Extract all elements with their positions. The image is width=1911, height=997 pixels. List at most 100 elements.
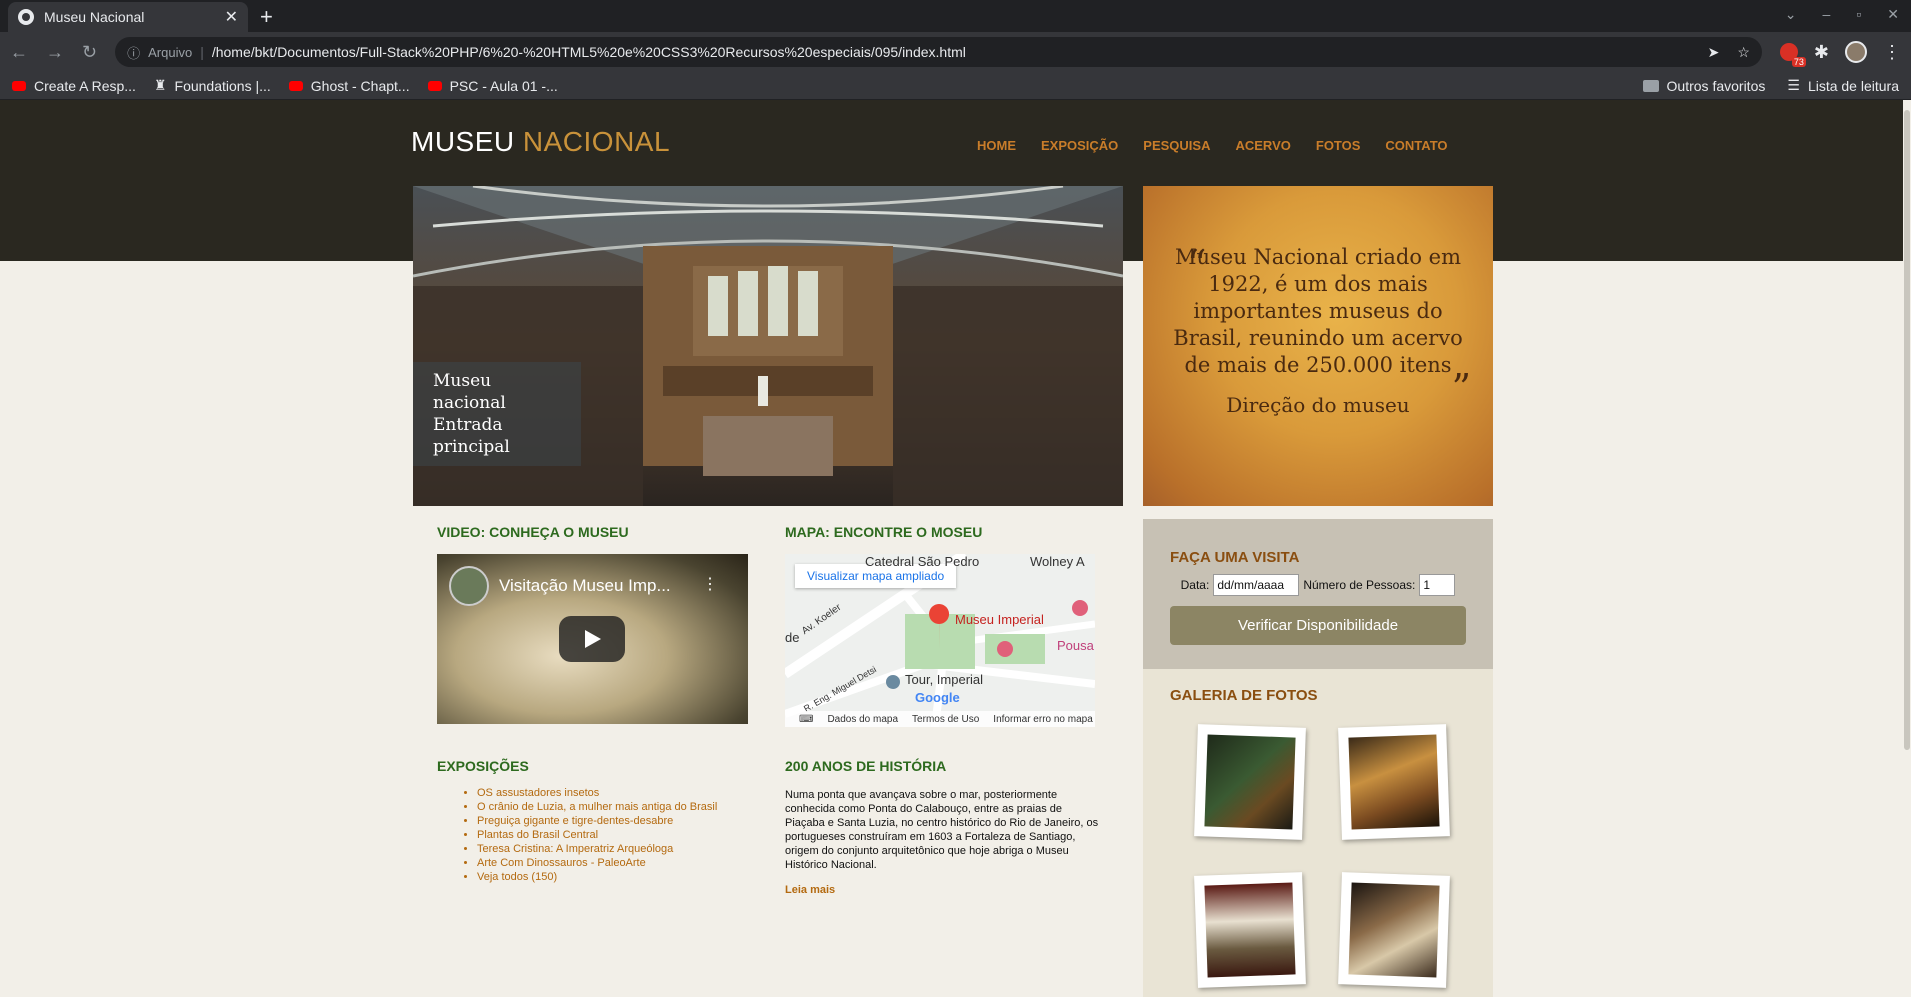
extensions-area: 73 ✱ ⋮ [1779,41,1901,67]
visit-form: FAÇA UMA VISITA Data: dd/mm/aaaa Número … [1143,519,1493,669]
nav-fotos[interactable]: FOTOS [1316,138,1361,153]
puzzle-icon[interactable]: ✱ [1814,42,1829,63]
profile-avatar[interactable] [1845,41,1867,63]
see-all-link[interactable]: Veja todos (150) [477,870,717,884]
reading-list[interactable]: ☰ Lista de leitura [1787,77,1899,94]
send-icon[interactable]: ➤ [1708,44,1720,61]
map-section: MAPA: ENCONTRE O MOSEU [785,524,982,540]
nav-exposicao[interactable]: EXPOSIÇÃO [1041,138,1118,153]
url-text[interactable]: /home/bkt/Documentos/Full-Stack%20PHP/6%… [212,44,1700,60]
youtube-icon [427,80,442,91]
extension-icon[interactable]: 73 [1779,43,1806,67]
nav-acervo[interactable]: ACERVO [1235,138,1290,153]
globe-icon [18,9,34,25]
gallery-photo[interactable] [1194,872,1306,988]
date-input[interactable]: dd/mm/aaaa [1213,574,1300,596]
bookmarks-bar: Create A Resp... ♜ Foundations |... Ghost… [0,72,1911,100]
star-icon[interactable]: ☆ [1737,44,1750,61]
date-label: Data: [1180,578,1210,592]
exhibition-link[interactable]: O crânio de Luzia, a mulher mais antiga … [477,800,717,814]
folder-icon [1642,79,1659,92]
tab-search-icon[interactable]: ⌄ [1785,6,1797,23]
map-label: Wolney A [1030,554,1085,569]
scrollbar-thumb[interactable] [1904,110,1910,750]
map-label: Catedral São Pedro [865,554,980,569]
address-label: Arquivo [148,44,193,60]
bookmark-icon: ♜ [153,77,167,93]
hero-caption: Museu nacional Entrada principal [413,362,581,466]
maximize-button[interactable]: ▫ [1856,6,1861,23]
keyboard-icon[interactable]: ⌨ [799,714,813,725]
exhibitions-section: EXPOSIÇÕES OS assustadores insetos O crâ… [437,758,717,884]
video-title[interactable]: Visitação Museu Imp... [499,576,671,596]
photo-gallery: GALERIA DE FOTOS [1143,669,1493,997]
video-menu-icon[interactable]: ⋮ [702,574,718,594]
bookmarks-right: Outros favoritos ☰ Lista de leitura [1642,77,1899,94]
minimize-button[interactable]: – [1823,6,1831,23]
gallery-photo[interactable] [1194,724,1306,840]
bookmark-item[interactable]: Create A Resp... [12,78,136,94]
youtube-icon [288,80,303,91]
check-availability-button[interactable]: Verificar Disponibilidade [1170,606,1466,645]
logo-main: MUSEU [411,126,515,157]
people-input[interactable]: 1 [1419,574,1456,596]
read-more-link[interactable]: Leia mais [785,884,1100,896]
close-window-button[interactable]: ✕ [1887,6,1899,23]
hero-caption-line2: Entrada principal [433,415,510,457]
other-favorites-label: Outros favoritos [1666,77,1766,94]
video-section: VIDEO: CONHEÇA O MUSEU [437,524,629,540]
bookmark-item[interactable]: PSC - Aula 01 -... [427,78,558,94]
bookmark-item[interactable]: Ghost - Chapt... [288,77,410,94]
other-favorites[interactable]: Outros favoritos [1642,77,1766,94]
google-logo: Google [915,690,960,705]
map-label: Tour, Imperial [905,672,984,687]
browser-tab[interactable]: Museu Nacional ✕ [8,2,248,32]
nav-pesquisa[interactable]: PESQUISA [1143,138,1210,153]
address-bar[interactable]: ⓘ Arquivo | /home/bkt/Documentos/Full-St… [115,37,1762,67]
video-title-bar: Visitação Museu Imp... [449,566,671,606]
gallery-photo[interactable] [1338,724,1450,840]
map-label: de [785,630,800,645]
nav-contato[interactable]: CONTATO [1385,138,1447,153]
info-icon[interactable]: ⓘ [127,43,140,62]
exhibition-link[interactable]: Plantas do Brasil Central [477,828,717,842]
reading-list-label: Lista de leitura [1807,77,1899,94]
hero-image: Museu nacional Entrada principal [413,186,1123,506]
web-page: MUSEU NACIONAL HOME EXPOSIÇÃO PESQUISA A… [0,100,1911,997]
map-data-link[interactable]: Dados do mapa [827,714,898,725]
nav-home[interactable]: HOME [977,138,1016,153]
page-scrollbar[interactable] [1903,100,1911,997]
bookmark-item[interactable]: ♜ Foundations |... [154,77,271,94]
terms-link[interactable]: Termos de Uso [912,714,979,725]
exhibition-link[interactable]: Preguiça gigante e tigre-dentes-desabre [477,814,717,828]
reload-icon[interactable]: ↻ [82,42,97,63]
gallery-photo[interactable] [1338,872,1450,988]
exhibition-link[interactable]: Teresa Cristina: A Imperatriz Arqueóloga [477,842,717,856]
report-error-link[interactable]: Informar erro no mapa [993,714,1093,725]
tab-title: Museu Nacional [44,9,145,25]
exhibition-link[interactable]: OS assustadores insetos [477,786,717,800]
main-nav: HOME EXPOSIÇÃO PESQUISA ACERVO FOTOS CON… [977,138,1448,153]
menu-icon[interactable]: ⋮ [1883,42,1901,63]
embedded-map[interactable]: Visualizar mapa ampliado Catedral São Pe… [785,554,1095,727]
history-section: 200 ANOS DE HISTÓRIA Numa ponta que avan… [785,758,1100,896]
exhibitions-heading: EXPOSIÇÕES [437,758,529,774]
forward-icon[interactable]: → [46,42,64,63]
back-icon[interactable]: ← [10,42,28,63]
channel-avatar[interactable] [449,566,489,606]
hero-caption-line1: Museu nacional [433,371,506,413]
play-button[interactable] [559,616,625,662]
visit-fields: Data: dd/mm/aaaa Número de Pessoas: 1 [1170,574,1466,596]
close-tab-icon[interactable]: ✕ [225,7,238,27]
new-tab-button[interactable]: + [260,4,273,30]
youtube-icon [12,80,26,91]
bookmark-label: Ghost - Chapt... [310,77,410,94]
history-heading: 200 ANOS DE HISTÓRIA [785,758,947,774]
video-heading: VIDEO: CONHEÇA O MUSEU [437,524,629,540]
bookmark-label: Foundations |... [174,77,271,94]
site-logo[interactable]: MUSEU NACIONAL [411,126,670,158]
map-label: Pousa [1057,638,1094,653]
exhibitions-list: OS assustadores insetos O crânio de Luzi… [437,786,717,884]
video-player[interactable]: Visitação Museu Imp... ⋮ [437,554,748,724]
exhibition-link[interactable]: Arte Com Dinossauros - PaleoArte [477,856,717,870]
